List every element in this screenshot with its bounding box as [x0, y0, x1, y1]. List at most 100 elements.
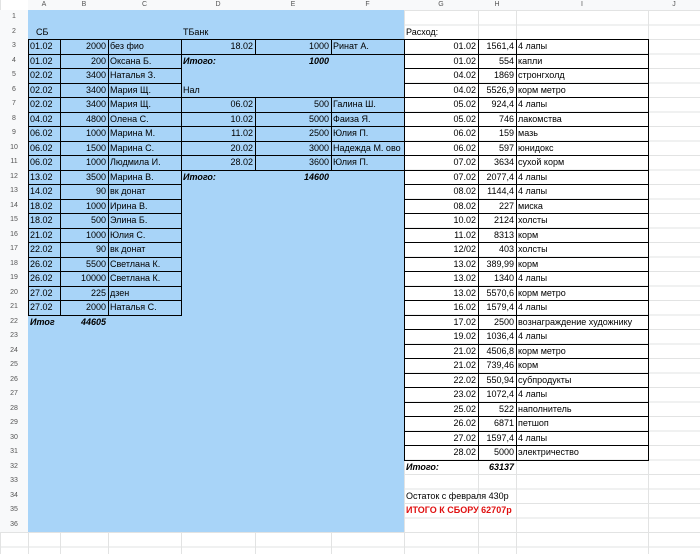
expense-amount[interactable]: 554: [478, 54, 516, 69]
sb-amount[interactable]: 90: [60, 184, 108, 199]
expense-item[interactable]: субпродукты: [516, 373, 648, 388]
sb-name[interactable]: Олена С.: [108, 112, 181, 127]
sb-amount[interactable]: 3400: [60, 97, 108, 112]
expense-amount[interactable]: 1597,4: [478, 431, 516, 446]
column-header-i[interactable]: I: [516, 0, 648, 10]
tbank-date[interactable]: 10.02: [181, 112, 255, 127]
tbank-name[interactable]: Юлия П.: [331, 155, 404, 170]
expense-amount[interactable]: 8313: [478, 228, 516, 243]
sb-name[interactable]: Мария Щ.: [108, 83, 181, 98]
tbank-date[interactable]: 06.02: [181, 97, 255, 112]
expense-amount[interactable]: 403: [478, 242, 516, 257]
expense-amount[interactable]: 4506,8: [478, 344, 516, 359]
label-sb[interactable]: СБ: [28, 25, 60, 40]
row-header-4[interactable]: 4: [0, 53, 28, 68]
row-header-14[interactable]: 14: [0, 198, 28, 213]
sb-amount[interactable]: 1000: [60, 126, 108, 141]
sb-amount[interactable]: 90: [60, 242, 108, 257]
ostatok-text[interactable]: Остаток с февраля 430р: [404, 489, 584, 504]
row-header-9[interactable]: 9: [0, 126, 28, 141]
sb-amount[interactable]: 3500: [60, 170, 108, 185]
expense-date[interactable]: 01.02: [404, 39, 478, 54]
expense-item[interactable]: холсты: [516, 213, 648, 228]
sb-date[interactable]: 21.02: [28, 228, 60, 243]
sb-name[interactable]: Марина М.: [108, 126, 181, 141]
label-nal[interactable]: Нал: [181, 83, 241, 98]
expense-date[interactable]: 16.02: [404, 300, 478, 315]
expense-item[interactable]: капли: [516, 54, 648, 69]
sb-date[interactable]: 26.02: [28, 271, 60, 286]
expense-item[interactable]: 4 лапы: [516, 329, 648, 344]
sb-date[interactable]: 06.02: [28, 155, 60, 170]
expense-date[interactable]: 22.02: [404, 373, 478, 388]
expense-date[interactable]: 08.02: [404, 199, 478, 214]
sb-amount[interactable]: 2000: [60, 300, 108, 315]
expense-amount[interactable]: 6871: [478, 416, 516, 431]
expense-item[interactable]: холсты: [516, 242, 648, 257]
expense-item[interactable]: миска: [516, 199, 648, 214]
column-header-j[interactable]: J: [648, 0, 700, 10]
tbank-amount[interactable]: 5000: [255, 112, 331, 127]
sb-amount[interactable]: 1000: [60, 199, 108, 214]
tbank-name[interactable]: Юлия П.: [331, 126, 404, 141]
sb-date[interactable]: 06.02: [28, 126, 60, 141]
expense-item[interactable]: корм метро: [516, 83, 648, 98]
expense-date[interactable]: 05.02: [404, 97, 478, 112]
expense-date[interactable]: 28.02: [404, 445, 478, 460]
sb-date[interactable]: 13.02: [28, 170, 60, 185]
expense-amount[interactable]: 1340: [478, 271, 516, 286]
sb-amount[interactable]: 3400: [60, 83, 108, 98]
sb-date[interactable]: 06.02: [28, 141, 60, 156]
tbank-date[interactable]: 11.02: [181, 126, 255, 141]
expense-amount[interactable]: 739,46: [478, 358, 516, 373]
sb-amount[interactable]: 10000: [60, 271, 108, 286]
row-header-27[interactable]: 27: [0, 387, 28, 402]
expense-amount[interactable]: 1869: [478, 68, 516, 83]
itogo-3-value[interactable]: 63137: [478, 460, 516, 475]
sb-amount[interactable]: 500: [60, 213, 108, 228]
row-header-24[interactable]: 24: [0, 343, 28, 358]
itogo-sbor-text[interactable]: ИТОГО К СБОРУ 62707р: [404, 503, 604, 518]
tbank-amount[interactable]: 500: [255, 97, 331, 112]
expense-item[interactable]: сухой корм: [516, 155, 648, 170]
expense-date[interactable]: 13.02: [404, 286, 478, 301]
expense-item[interactable]: 4 лапы: [516, 170, 648, 185]
sb-name[interactable]: Наталья З.: [108, 68, 181, 83]
expense-amount[interactable]: 3634: [478, 155, 516, 170]
sb-name[interactable]: Людмила И.: [108, 155, 181, 170]
column-header-f[interactable]: F: [331, 0, 404, 10]
expense-item[interactable]: электричество: [516, 445, 648, 460]
expense-amount[interactable]: 2077,4: [478, 170, 516, 185]
expense-date[interactable]: 04.02: [404, 68, 478, 83]
expense-amount[interactable]: 1144,4: [478, 184, 516, 199]
sb-date[interactable]: 27.02: [28, 300, 60, 315]
sb-amount[interactable]: 2000: [60, 39, 108, 54]
row-header-1[interactable]: 1: [0, 10, 28, 25]
sb-amount[interactable]: 3400: [60, 68, 108, 83]
column-header-c[interactable]: C: [108, 0, 181, 10]
label-itogo-2[interactable]: Итого:: [181, 170, 255, 185]
expense-item[interactable]: 4 лапы: [516, 300, 648, 315]
label-rashod[interactable]: Расход:: [404, 25, 484, 40]
column-header-b[interactable]: B: [60, 0, 108, 10]
expense-item[interactable]: 4 лапы: [516, 97, 648, 112]
row-header-6[interactable]: 6: [0, 82, 28, 97]
itogo-1-value[interactable]: 1000: [255, 54, 331, 69]
expense-date[interactable]: 05.02: [404, 112, 478, 127]
expense-date[interactable]: 25.02: [404, 402, 478, 417]
sb-date[interactable]: 22.02: [28, 242, 60, 257]
expense-item[interactable]: стронгхолд: [516, 68, 648, 83]
row-header-5[interactable]: 5: [0, 68, 28, 83]
expense-date[interactable]: 13.02: [404, 257, 478, 272]
tbank-amount[interactable]: 1000: [255, 39, 331, 54]
sb-amount[interactable]: 5500: [60, 257, 108, 272]
tbank-name[interactable]: Фаиза Я.: [331, 112, 404, 127]
column-header-h[interactable]: H: [478, 0, 516, 10]
expense-amount[interactable]: 159: [478, 126, 516, 141]
label-itogo-3[interactable]: Итого:: [404, 460, 478, 475]
sb-name[interactable]: без фио: [108, 39, 181, 54]
expense-date[interactable]: 04.02: [404, 83, 478, 98]
sb-name[interactable]: вк донат: [108, 242, 181, 257]
sb-name[interactable]: Юлия С.: [108, 228, 181, 243]
label-itog-sb[interactable]: Итог: [28, 315, 60, 330]
